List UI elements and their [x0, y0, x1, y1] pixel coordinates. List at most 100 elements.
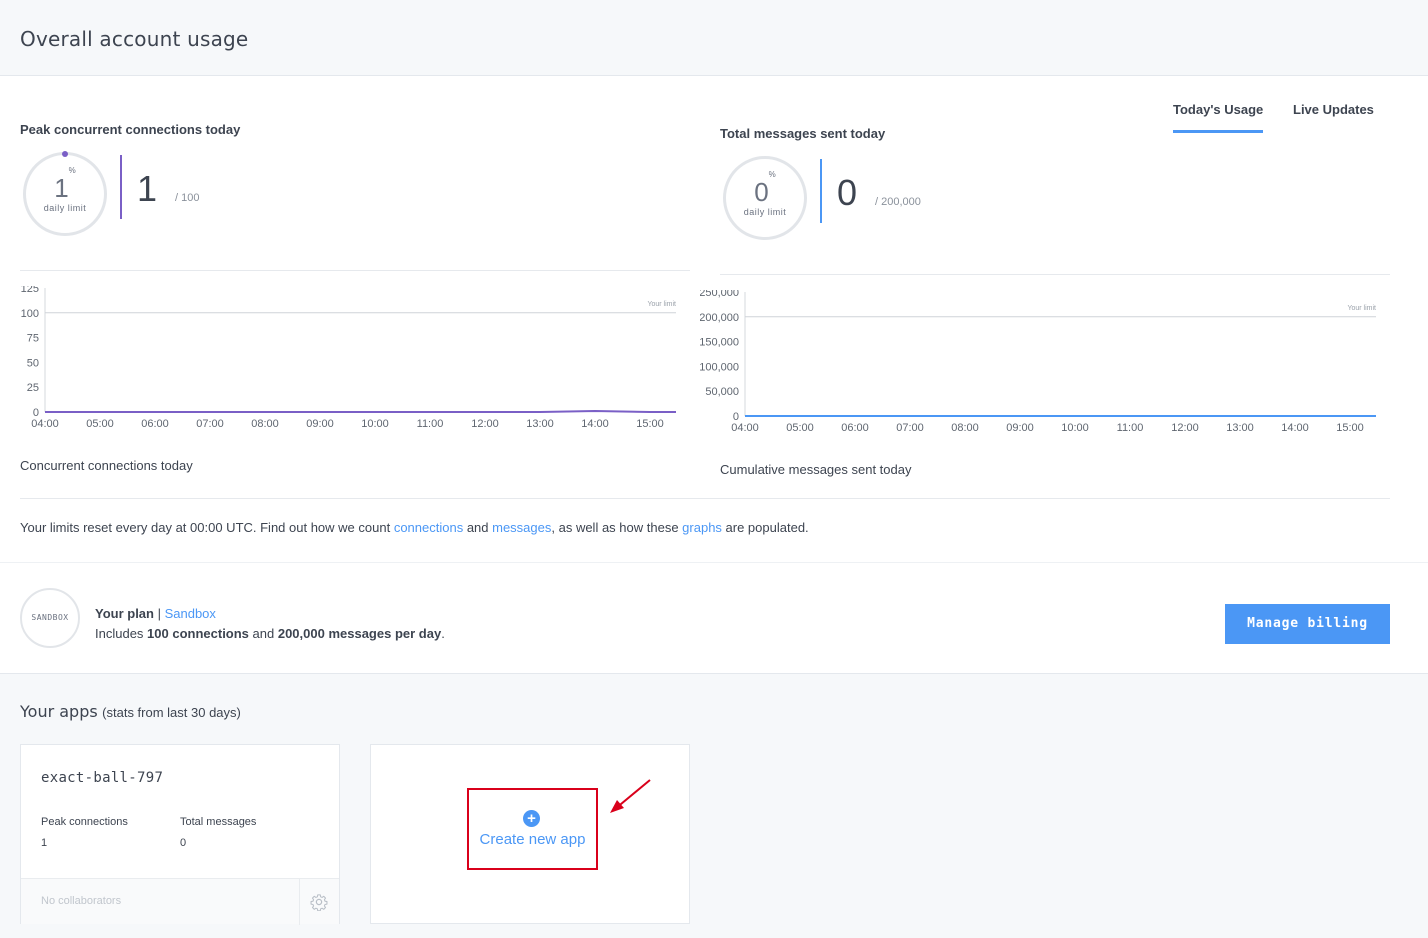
arrow-annotation-icon: [610, 779, 651, 813]
usage-section: Today's Usage Live Updates Peak concurre…: [0, 76, 1428, 563]
messages-title: Total messages sent today: [720, 126, 886, 141]
connections-percent: 1: [54, 173, 69, 203]
graphs-link[interactable]: graphs: [682, 520, 722, 535]
plan-includes: Includes 100 connections and 200,000 mes…: [95, 626, 445, 641]
x-tick-label: 08:00: [251, 418, 279, 430]
plan-includes-text: Includes: [95, 626, 148, 641]
limit-label: Your limit: [647, 301, 676, 308]
y-tick-label: 125: [21, 286, 39, 295]
connections-title: Peak concurrent connections today: [20, 122, 241, 137]
y-tick-label: 75: [27, 333, 39, 345]
x-tick-label: 06:00: [141, 418, 169, 430]
limit-label: Your limit: [1347, 305, 1376, 312]
reset-note-text: Your limits reset every day at 00:00 UTC…: [20, 520, 394, 535]
x-tick-label: 13:00: [526, 418, 554, 430]
plan-line: Your plan | Sandbox: [95, 606, 216, 621]
messages-chart: 250,000200,000150,000100,00050,0000Your …: [700, 290, 1376, 434]
x-tick-label: 15:00: [1336, 422, 1364, 434]
divider: [720, 274, 1390, 275]
x-tick-label: 11:00: [417, 418, 444, 430]
y-tick-label: 100,000: [700, 361, 739, 373]
your-plan-label: Your plan: [95, 606, 154, 621]
create-new-app-label: Create new app: [479, 831, 586, 848]
app-card[interactable]: exact-ball-797 Peak connections 1 Total …: [20, 744, 340, 925]
plan-connections: 100 connections: [147, 626, 249, 641]
messages-limit: / 200,000: [875, 196, 921, 208]
y-tick-label: 150,000: [700, 337, 739, 349]
divider: [20, 270, 690, 271]
percent-sign: %: [768, 170, 776, 180]
x-tick-label: 09:00: [1006, 422, 1034, 434]
y-tick-label: 25: [27, 382, 39, 394]
x-tick-label: 11:00: [1117, 422, 1144, 434]
plan-messages: 200,000 messages per day: [277, 626, 442, 641]
peak-connections-label: Peak connections: [41, 816, 128, 828]
create-new-app-button[interactable]: + Create new app: [467, 788, 598, 870]
tab-todays-usage[interactable]: Today's Usage: [1173, 102, 1264, 133]
plan-badge: SANDBOX: [20, 588, 80, 648]
plan-separator: |: [153, 606, 165, 621]
app-name[interactable]: exact-ball-797: [41, 770, 163, 786]
connections-chart: 1251007550250Your limit04:00 05:00 06:00 07…: [21, 286, 676, 430]
total-messages-value: 0: [180, 837, 187, 849]
page-title: Overall account usage: [20, 27, 249, 51]
x-tick-label: 05:00: [786, 422, 814, 434]
connections-link[interactable]: connections: [394, 520, 463, 535]
reset-note-text: are populated.: [721, 520, 809, 535]
x-tick-label: 04:00: [31, 418, 59, 430]
x-tick-label: 10:00: [1061, 422, 1089, 434]
x-tick-label: 15:00: [636, 418, 664, 430]
connections-limit: / 100: [175, 192, 200, 204]
messages-divider: [820, 159, 822, 223]
y-tick-label: 200,000: [700, 312, 739, 324]
x-tick-label: 08:00: [951, 422, 979, 434]
x-tick-label: 13:00: [1226, 422, 1254, 434]
connections-percent-sub: daily limit: [43, 203, 87, 213]
series-line: [45, 410, 676, 413]
plus-circle-icon: +: [523, 810, 540, 827]
plan-name-link[interactable]: Sandbox: [165, 606, 216, 621]
messages-percent: 0: [754, 177, 769, 207]
y-tick-label: 100: [21, 308, 39, 320]
reset-note-text: , as well as how these: [551, 520, 683, 535]
messages-link[interactable]: messages: [492, 520, 551, 535]
percent-sign: %: [68, 166, 76, 176]
reset-note-text: and: [463, 520, 493, 535]
plan-includes-text: .: [441, 626, 445, 641]
app-settings-button[interactable]: [299, 879, 339, 925]
tab-live-updates[interactable]: Live Updates: [1293, 102, 1374, 130]
plan-section: SANDBOX Your plan | Sandbox Includes 100…: [0, 563, 1428, 674]
ring-progress-dot: [62, 151, 68, 157]
messages-percent-sub: daily limit: [743, 207, 787, 217]
x-tick-label: 10:00: [361, 418, 389, 430]
x-tick-label: 06:00: [841, 422, 869, 434]
x-tick-label: 12:00: [1171, 422, 1199, 434]
peak-connections-value: 1: [41, 837, 48, 849]
total-messages-label: Total messages: [180, 816, 257, 828]
divider: [20, 498, 1390, 499]
manage-billing-button[interactable]: Manage billing: [1225, 604, 1390, 644]
plan-includes-text: and: [248, 626, 278, 641]
y-tick-label: 250,000: [700, 290, 739, 299]
x-tick-label: 14:00: [1281, 422, 1309, 434]
messages-chart-caption: Cumulative messages sent today: [720, 462, 912, 477]
y-tick-label: 50,000: [705, 386, 739, 398]
x-tick-label: 12:00: [471, 418, 499, 430]
page-header: Overall account usage: [0, 0, 1428, 76]
y-tick-label: 50: [27, 357, 39, 369]
connections-divider: [120, 155, 122, 219]
connections-chart-caption: Concurrent connections today: [20, 458, 193, 473]
app-card-footer: No collaborators: [21, 878, 339, 925]
x-tick-label: 07:00: [896, 422, 924, 434]
collaborators-text: No collaborators: [41, 895, 122, 907]
gear-icon: [310, 894, 328, 911]
x-tick-label: 07:00: [196, 418, 224, 430]
apps-heading: Your apps: [20, 702, 98, 721]
connections-value: 1: [137, 168, 158, 209]
apps-title: Your apps (stats from last 30 days): [20, 702, 241, 722]
x-tick-label: 04:00: [731, 422, 759, 434]
messages-value: 0: [837, 172, 858, 213]
connections-percent-ring: 1% daily limit: [23, 151, 107, 236]
reset-note: Your limits reset every day at 00:00 UTC…: [20, 520, 809, 535]
x-tick-label: 05:00: [86, 418, 114, 430]
